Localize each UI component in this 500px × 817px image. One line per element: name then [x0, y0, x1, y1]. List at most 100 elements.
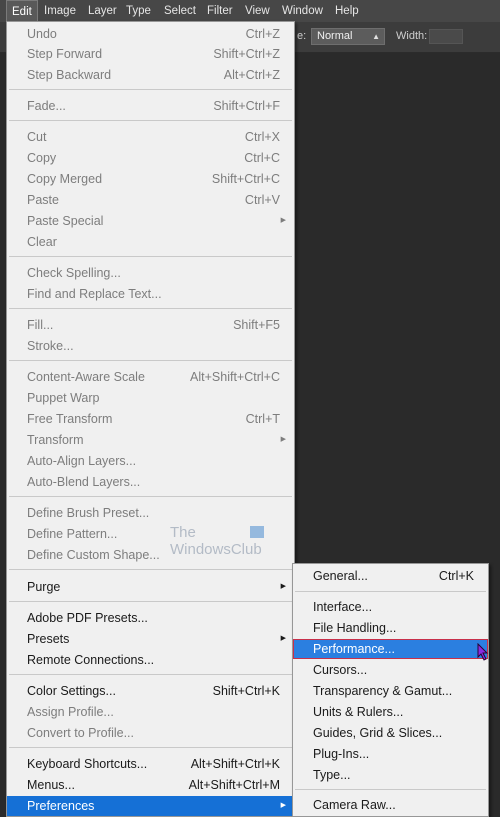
pref-item-cursors[interactable]: Cursors... [293, 660, 488, 680]
menu-item-step-backward[interactable]: Step Backward Alt+Ctrl+Z [7, 65, 294, 85]
menu-item-step-forward[interactable]: Step Forward Shift+Ctrl+Z [7, 44, 294, 64]
menu-item-puppet-warp[interactable]: Puppet Warp [7, 388, 294, 408]
menu-item-purge[interactable]: Purge ▶ [7, 577, 294, 597]
menu-view[interactable]: View [240, 0, 275, 22]
menu-window[interactable]: Window [277, 0, 328, 22]
item-label: Preferences [27, 799, 95, 813]
item-label: Assign Profile... [27, 705, 114, 719]
blend-mode-select[interactable]: Normal ▲ [311, 28, 385, 45]
menu-type[interactable]: Type [121, 0, 156, 22]
item-shortcut: Ctrl+K [438, 569, 474, 583]
menu-item-auto-align-layers[interactable]: Auto-Align Layers... [7, 451, 294, 471]
updown-arrow-icon: ▲ [372, 32, 380, 41]
item-shortcut: Shift+Ctrl+K [212, 684, 280, 698]
item-label: Plug-Ins... [313, 747, 370, 761]
submenu-arrow-icon: ▶ [280, 217, 286, 224]
menu-item-undo[interactable]: Undo Ctrl+Z [7, 24, 294, 44]
item-label: Find and Replace Text... [27, 287, 162, 301]
separator [9, 256, 292, 257]
width-label: Width: [396, 30, 428, 42]
menu-item-stroke[interactable]: Stroke... [7, 336, 294, 356]
menu-item-fill[interactable]: Fill... Shift+F5 [7, 315, 294, 335]
menu-item-paste[interactable]: Paste Ctrl+V [7, 190, 294, 210]
item-label: Copy Merged [27, 172, 103, 186]
separator [295, 789, 486, 790]
menu-item-preferences[interactable]: Preferences ▶ [7, 796, 294, 816]
pref-item-interface[interactable]: Interface... [293, 597, 488, 617]
menu-image[interactable]: Image [39, 0, 81, 22]
item-shortcut: Alt+Ctrl+Z [223, 68, 280, 82]
item-label: Fill... [27, 318, 54, 332]
menu-bar: Edit Image Layer Type Select Filter View… [0, 0, 500, 22]
separator [9, 674, 292, 675]
menu-item-find-replace[interactable]: Find and Replace Text... [7, 284, 294, 304]
item-label: Units & Rulers... [313, 705, 404, 719]
pref-item-guides-grid-slices[interactable]: Guides, Grid & Slices... [293, 723, 488, 743]
pref-item-file-handling[interactable]: File Handling... [293, 618, 488, 638]
item-label: Content-Aware Scale [27, 370, 145, 384]
item-label: Puppet Warp [27, 391, 100, 405]
item-shortcut: Ctrl+Z [245, 27, 280, 41]
menu-item-transform[interactable]: Transform ▶ [7, 430, 294, 450]
blend-mode-value: Normal [317, 30, 353, 42]
menu-item-define-brush-preset[interactable]: Define Brush Preset... [7, 503, 294, 523]
menu-item-clear[interactable]: Clear [7, 232, 294, 252]
menu-item-cut[interactable]: Cut Ctrl+X [7, 127, 294, 147]
menu-item-presets[interactable]: Presets ▶ [7, 629, 294, 649]
menu-item-menus[interactable]: Menus... Alt+Shift+Ctrl+M [7, 775, 294, 795]
pref-item-plug-ins[interactable]: Plug-Ins... [293, 744, 488, 764]
menu-item-copy[interactable]: Copy Ctrl+C [7, 148, 294, 168]
item-label: Paste Special [27, 214, 104, 228]
item-shortcut: Alt+Shift+Ctrl+M [188, 778, 280, 792]
menu-item-remote-connections[interactable]: Remote Connections... [7, 650, 294, 670]
item-label: Auto-Blend Layers... [27, 475, 141, 489]
pref-item-performance[interactable]: Performance... [293, 639, 488, 659]
menu-item-paste-special[interactable]: Paste Special ▶ [7, 211, 294, 231]
pref-item-units-rulers[interactable]: Units & Rulers... [293, 702, 488, 722]
menu-item-copy-merged[interactable]: Copy Merged Shift+Ctrl+C [7, 169, 294, 189]
item-label: Copy [27, 151, 57, 165]
item-label: Adobe PDF Presets... [27, 611, 148, 625]
menu-item-free-transform[interactable]: Free Transform Ctrl+T [7, 409, 294, 429]
menu-edit[interactable]: Edit [6, 0, 38, 22]
item-label: Step Forward [27, 47, 103, 61]
item-label: Cut [27, 130, 47, 144]
menu-help[interactable]: Help [330, 0, 364, 22]
watermark: The WindowsClub [170, 524, 264, 558]
menu-item-auto-blend-layers[interactable]: Auto-Blend Layers... [7, 472, 294, 492]
menu-item-keyboard-shortcuts[interactable]: Keyboard Shortcuts... Alt+Shift+Ctrl+K [7, 754, 294, 774]
watermark-line1: The [170, 524, 196, 541]
item-shortcut: Shift+Ctrl+Z [213, 47, 280, 61]
item-label: Free Transform [27, 412, 113, 426]
menu-layer[interactable]: Layer [83, 0, 122, 22]
watermark-logo-icon [250, 526, 264, 538]
item-label: Color Settings... [27, 684, 116, 698]
menu-item-assign-profile[interactable]: Assign Profile... [7, 702, 294, 722]
menu-item-fade[interactable]: Fade... Shift+Ctrl+F [7, 96, 294, 116]
item-label: Camera Raw... [313, 798, 396, 812]
separator [9, 747, 292, 748]
menu-item-check-spelling[interactable]: Check Spelling... [7, 263, 294, 283]
item-label: Purge [27, 580, 61, 594]
item-label: Check Spelling... [27, 266, 121, 280]
menu-item-content-aware-scale[interactable]: Content-Aware Scale Alt+Shift+Ctrl+C [7, 367, 294, 387]
separator [9, 89, 292, 90]
pref-item-general[interactable]: General... Ctrl+K [293, 566, 488, 586]
mode-label: e: [297, 30, 307, 42]
item-label: Define Custom Shape... [27, 548, 160, 562]
item-label: File Handling... [313, 621, 397, 635]
pref-item-type[interactable]: Type... [293, 765, 488, 785]
menu-filter[interactable]: Filter [202, 0, 238, 22]
item-label: Performance... [313, 642, 395, 656]
menu-item-color-settings[interactable]: Color Settings... Shift+Ctrl+K [7, 681, 294, 701]
pref-item-camera-raw[interactable]: Camera Raw... [293, 795, 488, 815]
menu-item-convert-to-profile[interactable]: Convert to Profile... [7, 723, 294, 743]
item-shortcut: Alt+Shift+Ctrl+C [190, 370, 280, 384]
width-input[interactable] [429, 29, 463, 44]
menu-item-adobe-pdf-presets[interactable]: Adobe PDF Presets... [7, 608, 294, 628]
item-shortcut: Ctrl+V [244, 193, 280, 207]
item-label: Define Pattern... [27, 527, 118, 541]
item-shortcut: Alt+Shift+Ctrl+K [190, 757, 280, 771]
pref-item-transparency-gamut[interactable]: Transparency & Gamut... [293, 681, 488, 701]
menu-select[interactable]: Select [159, 0, 201, 22]
